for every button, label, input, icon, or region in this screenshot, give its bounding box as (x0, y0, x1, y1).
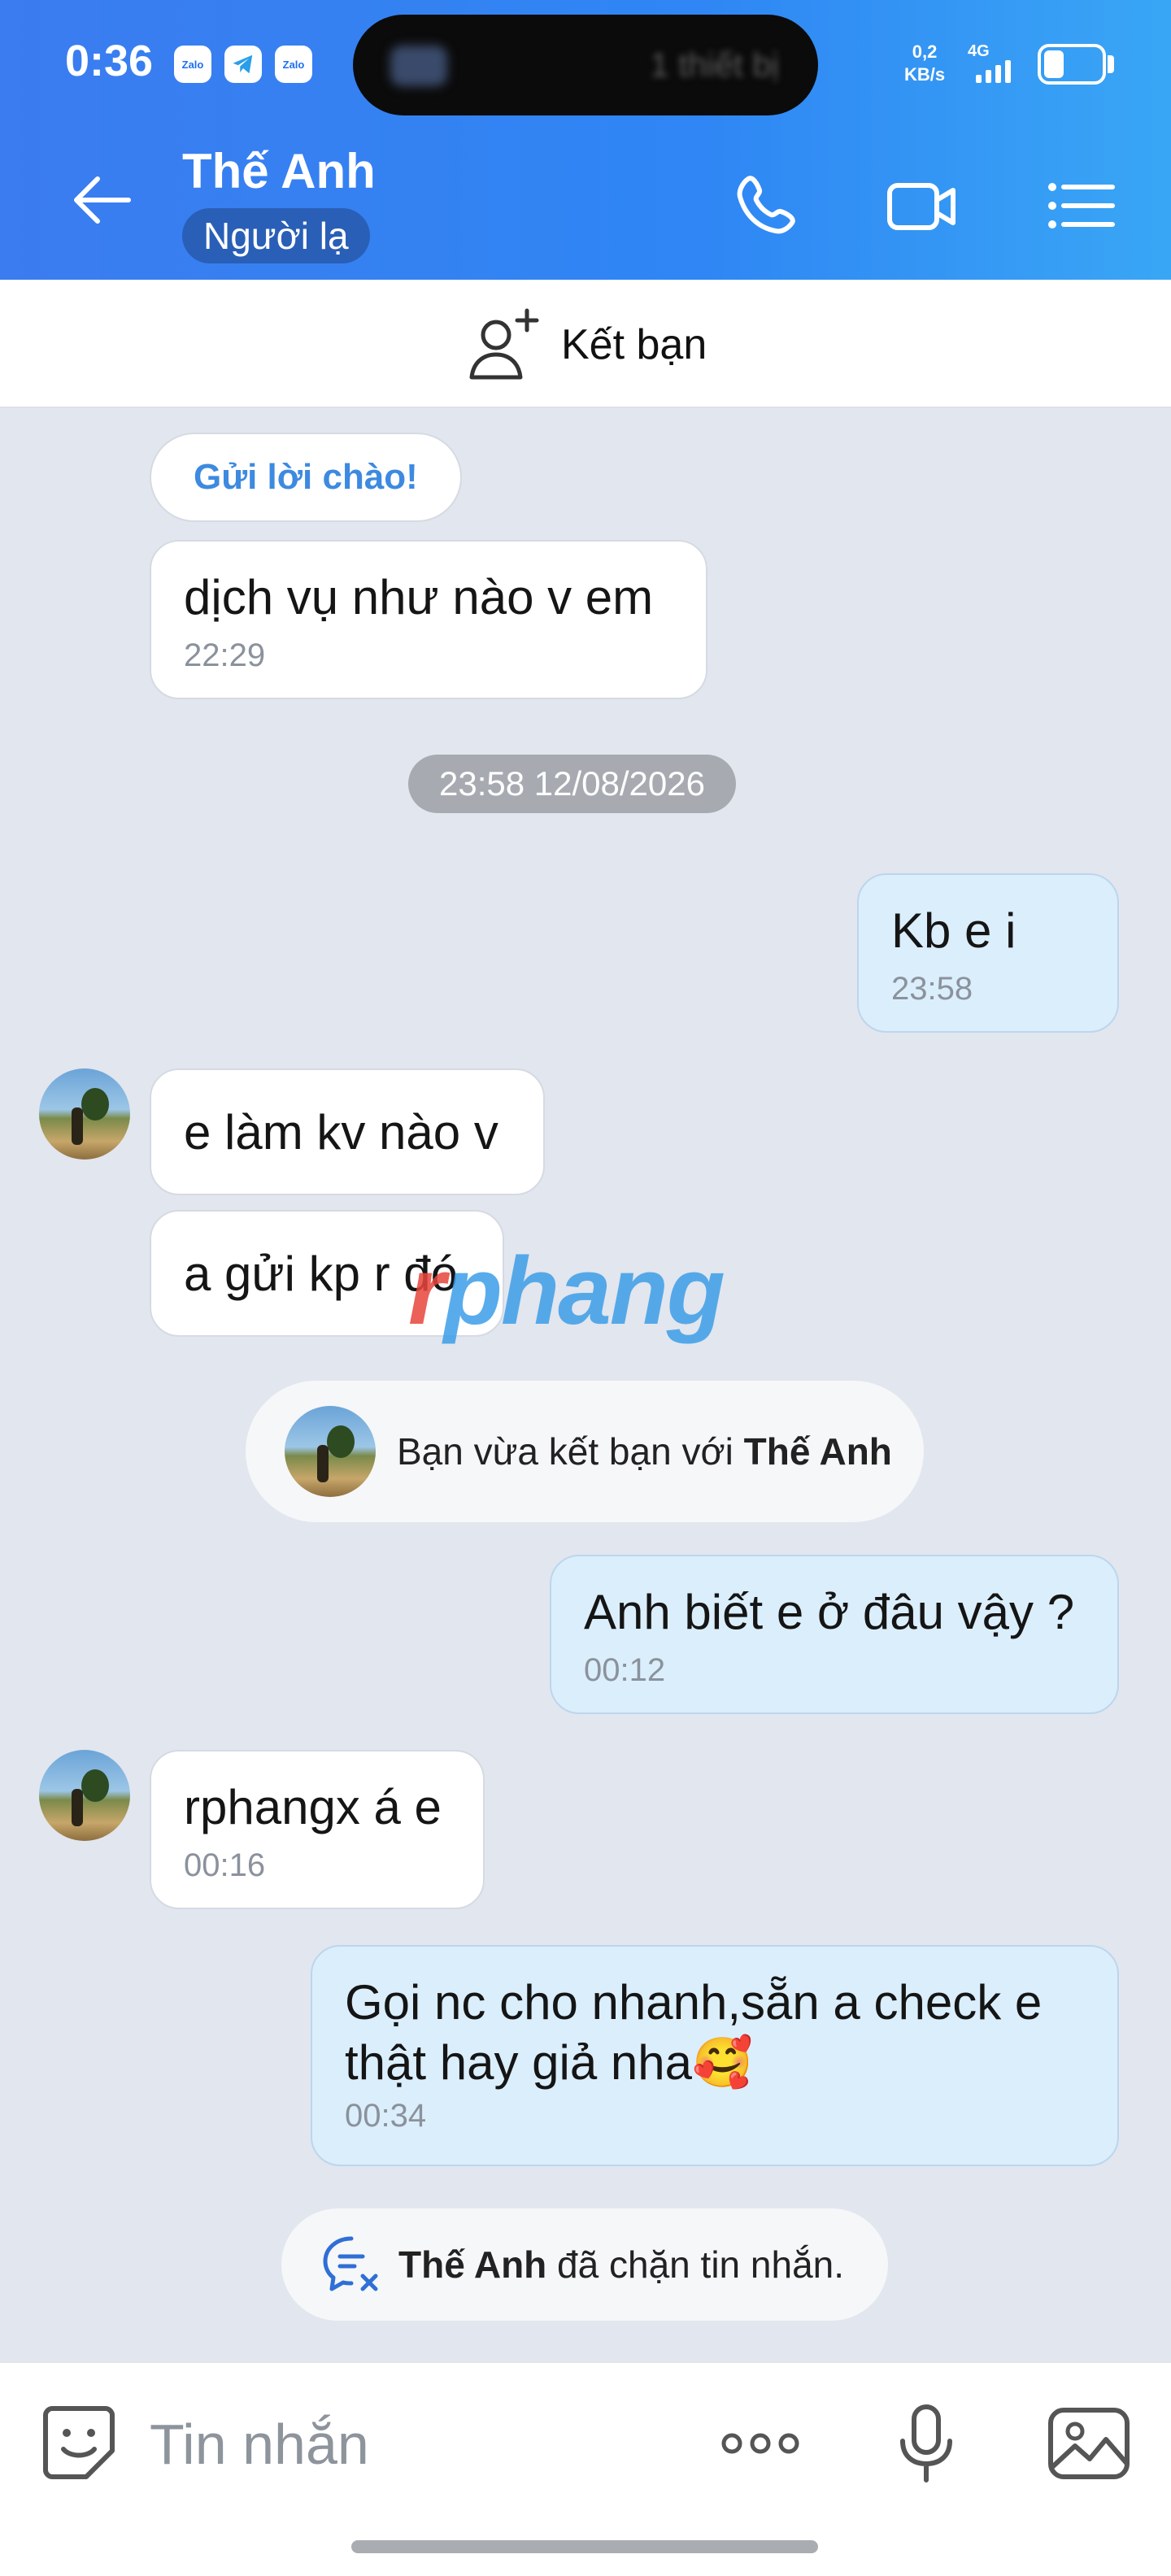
add-friend-button[interactable]: Kết bạn (465, 306, 707, 384)
blocked-text: Thế Anh đã chặn tin nhắn. (398, 2243, 845, 2286)
message-time: 22:29 (184, 637, 266, 673)
add-friend-icon (469, 308, 539, 380)
emoji-sticker-icon[interactable] (34, 2399, 124, 2488)
menu-list-icon[interactable] (1044, 169, 1117, 242)
phone-icon[interactable] (730, 169, 803, 242)
message-time: 23:58 (891, 971, 973, 1007)
more-dots-icon[interactable] (716, 2399, 805, 2488)
friend-added-text: Bạn vừa kết bạn với Thế Anh (397, 1430, 892, 1473)
battery-icon (1038, 44, 1106, 85)
video-call-icon[interactable] (885, 169, 958, 242)
island-text: 1 thiết bị (650, 46, 779, 84)
message-time: 00:12 (584, 1652, 666, 1688)
message-text-line: Gọi nc cho nhanh,sẵn a check e (345, 1975, 1043, 2030)
date-separator: 23:58 12/08/2026 (408, 755, 736, 813)
battery-cap (1108, 55, 1114, 73)
message-bubble-sent[interactable]: Anh biết e ở đâu vậy ? 00:12 (550, 1555, 1119, 1714)
dynamic-island: 1 thiết bị (353, 15, 818, 115)
message-text: Kb e i (891, 903, 1016, 958)
message-text: e làm kv nào v (184, 1105, 498, 1160)
add-friend-bar[interactable]: Kết bạn (0, 280, 1171, 408)
send-greeting-button[interactable]: Gửi lời chào! (150, 433, 462, 522)
blocked-notice: Thế Anh đã chặn tin nhắn. (281, 2208, 888, 2321)
message-bubble-received[interactable]: rphangx á e 00:16 (150, 1750, 485, 1909)
message-time: 00:34 (345, 2098, 427, 2134)
network-speed: 0,2 KB/s (904, 41, 945, 86)
zalo-notification-icon: Zalo (275, 46, 312, 83)
signal-icon (976, 60, 1011, 83)
telegram-notification-icon (224, 46, 262, 83)
message-text: Anh biết e ở đâu vậy ? (584, 1585, 1075, 1639)
message-bubble-received[interactable]: e làm kv nào v (150, 1068, 545, 1195)
stranger-badge: Người lạ (182, 208, 370, 263)
status-notification-icons: Zalo Zalo (174, 46, 312, 83)
add-friend-label: Kết bạn (561, 321, 707, 368)
message-text: rphangx á e (184, 1780, 442, 1834)
status-time: 0:36 (65, 37, 154, 85)
message-bubble-received[interactable]: dịch vụ như nào v em 22:29 (150, 540, 707, 699)
message-input[interactable]: Tin nhắn (150, 2412, 369, 2477)
contact-avatar[interactable] (39, 1068, 130, 1160)
friend-added-notice: Bạn vừa kết bạn với Thế Anh (246, 1381, 924, 1522)
image-gallery-icon[interactable] (1044, 2399, 1134, 2488)
message-text: dịch vụ như nào v em (184, 570, 654, 624)
contact-avatar[interactable] (39, 1750, 130, 1841)
network-type: 4G (968, 42, 990, 60)
chat-header: 0:36 Zalo Zalo 1 thiết bị 0,2 KB/s 4G Th… (0, 0, 1171, 280)
message-time: 00:16 (184, 1847, 266, 1883)
back-arrow-icon[interactable] (70, 168, 135, 233)
watermark: rphang (408, 1238, 725, 1345)
microphone-icon[interactable] (882, 2399, 971, 2488)
contact-avatar[interactable] (285, 1406, 376, 1497)
message-bubble-sent[interactable]: Gọi nc cho nhanh,sẵn a check e thật hay … (311, 1945, 1119, 2166)
message-text-line: thật hay giả nha🥰 (345, 2035, 753, 2090)
network-speed-unit: KB/s (904, 64, 946, 85)
home-indicator[interactable] (351, 2540, 818, 2553)
contact-name[interactable]: Thế Anh (182, 143, 376, 199)
zalo-notification-icon: Zalo (174, 46, 211, 83)
network-speed-value: 0,2 (912, 41, 938, 62)
island-device-icon (390, 46, 447, 86)
blocked-chat-icon (323, 2236, 378, 2291)
message-bubble-sent[interactable]: Kb e i 23:58 (857, 873, 1119, 1033)
